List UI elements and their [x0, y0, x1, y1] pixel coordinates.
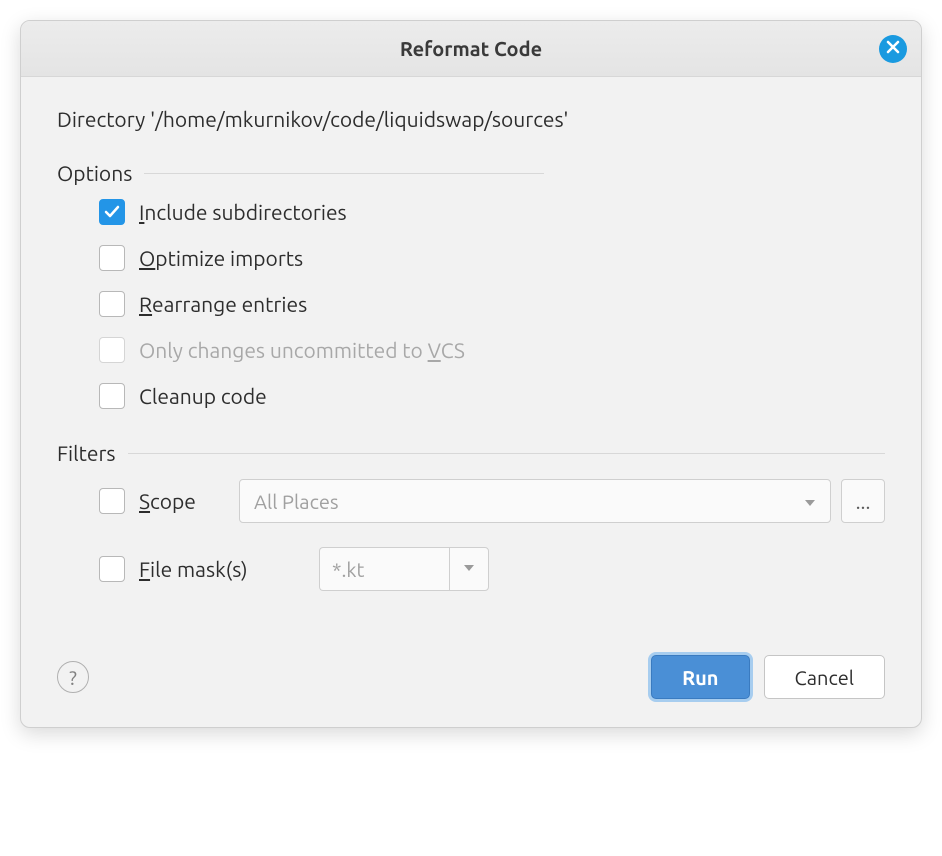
scope-label: Scope	[139, 489, 196, 513]
divider	[144, 173, 544, 174]
include-subdirectories-row: Include subdirectories	[99, 199, 885, 225]
directory-label: Directory '/home/mkurnikov/code/liquidsw…	[57, 107, 885, 131]
cleanup-code-label: Cleanup code	[139, 384, 267, 408]
file-mask-checkbox[interactable]	[99, 556, 125, 582]
filters-title: Filters	[57, 441, 116, 465]
dialog-footer: ? Run Cancel	[21, 635, 921, 727]
close-button[interactable]	[879, 35, 907, 63]
chevron-down-icon	[463, 560, 475, 578]
scope-select[interactable]: All Places	[239, 479, 831, 523]
only-vcs-checkbox	[99, 337, 125, 363]
file-mask-row: File mask(s) *.kt	[99, 547, 885, 591]
filters-header: Filters	[57, 441, 885, 465]
check-icon	[104, 200, 120, 224]
options-title: Options	[57, 161, 132, 185]
optimize-imports-checkbox[interactable]	[99, 245, 125, 271]
dialog-title: Reformat Code	[400, 37, 542, 60]
close-icon	[886, 40, 900, 58]
run-button[interactable]: Run	[651, 655, 749, 699]
help-button[interactable]: ?	[57, 661, 89, 693]
optimize-imports-row: Optimize imports	[99, 245, 885, 271]
only-vcs-row: Only changes uncommitted to VCS	[99, 337, 885, 363]
file-mask-label: File mask(s)	[139, 557, 248, 581]
cancel-button[interactable]: Cancel	[764, 655, 886, 699]
rearrange-entries-checkbox[interactable]	[99, 291, 125, 317]
filters-group: Scope All Places ... File mask(s) *.kt	[57, 479, 885, 591]
dialog-content: Directory '/home/mkurnikov/code/liquidsw…	[21, 77, 921, 635]
options-header: Options	[57, 161, 885, 185]
file-mask-combo: *.kt	[319, 547, 489, 591]
file-mask-input[interactable]: *.kt	[319, 547, 449, 591]
scope-checkbox[interactable]	[99, 488, 125, 514]
options-group: Include subdirectories Optimize imports …	[57, 199, 885, 409]
cleanup-code-row: Cleanup code	[99, 383, 885, 409]
rearrange-entries-row: Rearrange entries	[99, 291, 885, 317]
rearrange-entries-label: Rearrange entries	[139, 292, 307, 316]
cleanup-code-checkbox[interactable]	[99, 383, 125, 409]
titlebar: Reformat Code	[21, 21, 921, 77]
only-vcs-label: Only changes uncommitted to VCS	[139, 338, 465, 362]
divider	[128, 453, 885, 454]
include-subdirectories-checkbox[interactable]	[99, 199, 125, 225]
scope-select-value: All Places	[254, 490, 339, 513]
reformat-code-dialog: Reformat Code Directory '/home/mkurnikov…	[20, 20, 922, 728]
include-subdirectories-label: Include subdirectories	[139, 200, 347, 224]
chevron-down-icon	[804, 490, 816, 513]
optimize-imports-label: Optimize imports	[139, 246, 303, 270]
scope-row: Scope All Places ...	[99, 479, 885, 523]
file-mask-dropdown-button[interactable]	[449, 547, 489, 591]
scope-browse-button[interactable]: ...	[841, 479, 885, 523]
